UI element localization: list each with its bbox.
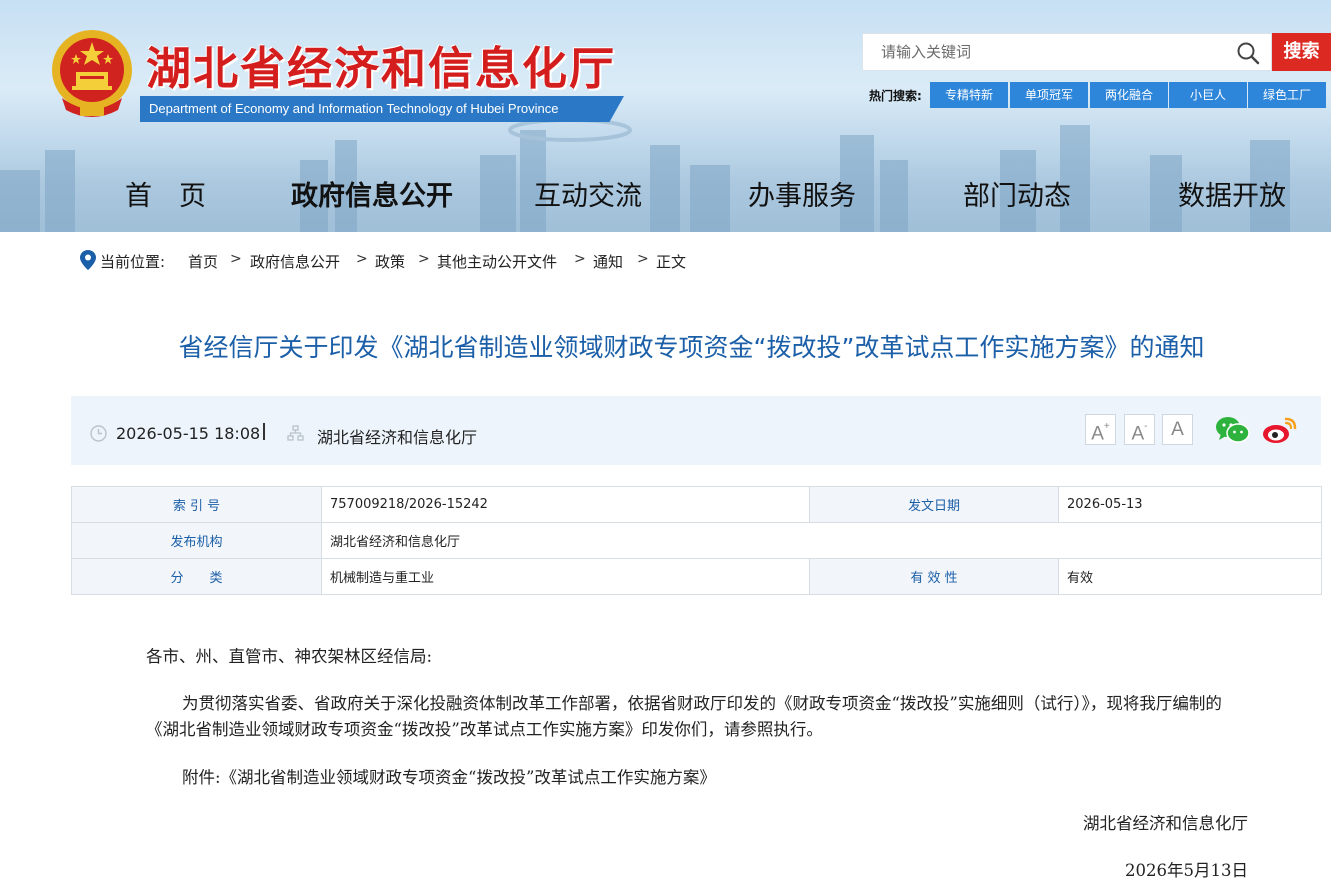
issue-date-value: 2026-05-13 bbox=[1058, 486, 1322, 523]
signature-date: 2026年5月13日 bbox=[1125, 861, 1248, 880]
hot-tag[interactable]: 绿色工厂 bbox=[1248, 82, 1326, 108]
table-row: 分 类 机械制造与重工业 有 效 性 有效 bbox=[71, 558, 1322, 595]
breadcrumb-item[interactable]: 政策 bbox=[375, 251, 405, 272]
publisher-label: 发布机构 bbox=[71, 522, 322, 559]
breadcrumb-separator: > bbox=[356, 251, 368, 267]
index-number-label: 索 引 号 bbox=[71, 486, 322, 523]
breadcrumb-separator: > bbox=[418, 251, 430, 267]
nav-item-home[interactable]: 首 页 bbox=[125, 174, 206, 213]
national-emblem-logo bbox=[52, 30, 132, 117]
font-decrease-button[interactable]: A- bbox=[1124, 414, 1155, 445]
publisher-value: 湖北省经济和信息化厅 bbox=[321, 522, 1322, 559]
breadcrumb-item[interactable]: 首页 bbox=[188, 251, 218, 272]
weibo-share-icon[interactable] bbox=[1262, 415, 1297, 445]
search-icon[interactable] bbox=[1236, 41, 1260, 65]
article-title: 省经信厅关于印发《湖北省制造业领域财政专项资金“拨改投”改革试点工作实施方案》的… bbox=[178, 333, 1205, 362]
font-increase-button[interactable]: A+ bbox=[1085, 414, 1116, 445]
table-row: 发布机构 湖北省经济和信息化厅 bbox=[71, 522, 1322, 559]
publish-datetime: 2026-05-15 18:08 bbox=[116, 424, 261, 443]
category-value: 机械制造与重工业 bbox=[321, 558, 810, 595]
nav-item-dept-news[interactable]: 部门动态 bbox=[963, 174, 1071, 213]
location-pin-icon bbox=[80, 250, 96, 270]
search-box bbox=[862, 33, 1272, 71]
organization-icon bbox=[287, 425, 304, 441]
hot-tag[interactable]: 单项冠军 bbox=[1010, 82, 1088, 108]
search-button[interactable]: 搜索 bbox=[1272, 33, 1331, 71]
breadcrumb-separator: > bbox=[574, 251, 586, 267]
breadcrumb-label: 当前位置: bbox=[100, 253, 166, 271]
breadcrumb-item[interactable]: 通知 bbox=[593, 251, 623, 272]
body-paragraph: 为贯彻落实省委、省政府关于深化投融资体制改革工作部署，依据省财政厅印发的《财政专… bbox=[146, 694, 1222, 739]
document-info-table: 索 引 号 757009218/2026-15242 发文日期 2026-05-… bbox=[71, 486, 1322, 595]
attachment-line: 附件:《湖北省制造业领域财政专项资金“拨改投”改革试点工作实施方案》 bbox=[182, 768, 716, 787]
site-subtitle: Department of Economy and Information Te… bbox=[140, 96, 624, 122]
hot-tag[interactable]: 专精特新 bbox=[930, 82, 1008, 108]
breadcrumb-separator: > bbox=[230, 251, 242, 267]
site-header: 湖北省经济和信息化厅 Department of Economy and Inf… bbox=[0, 0, 1331, 232]
hot-tag[interactable]: 两化融合 bbox=[1090, 82, 1168, 108]
nav-item-interaction[interactable]: 互动交流 bbox=[534, 174, 642, 213]
breadcrumb-item[interactable]: 其他主动公开文件 bbox=[437, 251, 557, 272]
table-row: 索 引 号 757009218/2026-15242 发文日期 2026-05-… bbox=[71, 486, 1322, 523]
salutation: 各市、州、直管市、神农架林区经信局: bbox=[146, 647, 433, 666]
city-skyline-background bbox=[0, 118, 1290, 232]
nav-item-open-data[interactable]: 数据开放 bbox=[1178, 174, 1286, 213]
validity-label: 有 效 性 bbox=[809, 558, 1059, 595]
signature: 湖北省经济和信息化厅 bbox=[1083, 814, 1248, 833]
meta-divider bbox=[263, 423, 265, 440]
breadcrumb-item-current: 正文 bbox=[656, 253, 687, 271]
hot-search-label: 热门搜索: bbox=[869, 89, 922, 103]
issue-date-label: 发文日期 bbox=[809, 486, 1059, 523]
nav-item-gov-info[interactable]: 政府信息公开 bbox=[291, 174, 453, 213]
clock-icon bbox=[90, 425, 107, 442]
publish-source: 湖北省经济和信息化厅 bbox=[317, 428, 478, 447]
wechat-share-icon[interactable] bbox=[1215, 415, 1250, 445]
font-reset-button[interactable]: A bbox=[1162, 414, 1193, 445]
hot-tag[interactable]: 小巨人 bbox=[1169, 82, 1247, 108]
validity-value: 有效 bbox=[1058, 558, 1322, 595]
site-title: 湖北省经济和信息化厅 bbox=[146, 42, 617, 95]
category-label: 分 类 bbox=[71, 558, 322, 595]
nav-item-services[interactable]: 办事服务 bbox=[748, 174, 856, 213]
search-input[interactable] bbox=[863, 34, 1233, 70]
index-number-value: 757009218/2026-15242 bbox=[321, 486, 810, 523]
breadcrumb-separator: > bbox=[637, 251, 649, 267]
breadcrumb-item[interactable]: 政府信息公开 bbox=[250, 251, 340, 272]
